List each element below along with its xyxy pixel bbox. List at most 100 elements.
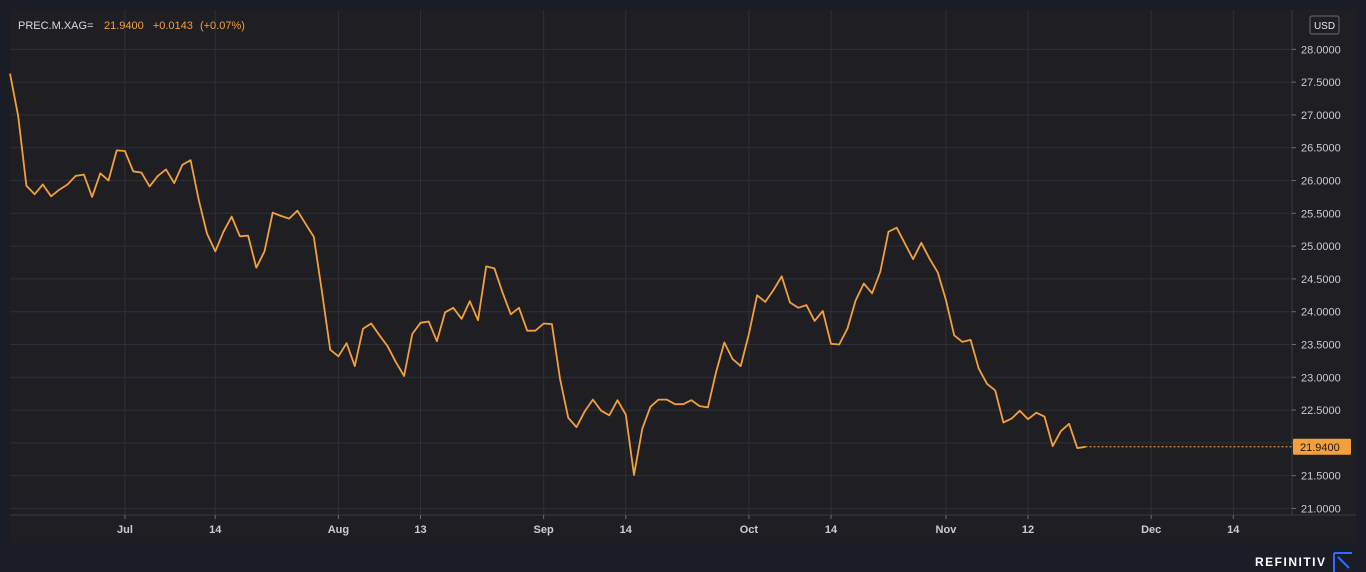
- data-point: [576, 426, 578, 428]
- data-point: [896, 227, 898, 229]
- data-point: [157, 175, 159, 177]
- data-point: [789, 302, 791, 304]
- x-tick-label: Oct: [740, 524, 759, 536]
- y-tick-label: 27.0000: [1301, 110, 1341, 122]
- data-point: [321, 291, 323, 293]
- y-tick-label: 27.5000: [1301, 77, 1341, 89]
- data-point: [42, 184, 44, 186]
- price-chart[interactable]: 21.000021.500022.000022.500023.000023.50…: [0, 0, 1366, 572]
- currency-button[interactable]: USD: [1309, 15, 1340, 35]
- data-point: [26, 185, 28, 187]
- data-point: [1077, 447, 1079, 449]
- data-point: [428, 321, 430, 323]
- data-point: [707, 407, 709, 409]
- data-point: [1052, 445, 1054, 447]
- x-tick-label: 14: [620, 524, 633, 536]
- data-point: [182, 164, 184, 166]
- data-point: [149, 186, 151, 188]
- data-point: [1068, 423, 1070, 425]
- plot-area[interactable]: [10, 10, 1356, 543]
- data-point: [609, 415, 611, 417]
- data-point: [132, 171, 134, 173]
- currency-label: USD: [1314, 21, 1335, 32]
- data-point: [67, 184, 69, 186]
- data-point: [748, 333, 750, 335]
- data-point: [510, 314, 512, 316]
- data-point: [625, 414, 627, 416]
- data-point: [469, 300, 471, 302]
- x-tick-label: Jul: [117, 524, 133, 536]
- data-point: [953, 334, 955, 336]
- data-point: [420, 322, 422, 324]
- data-point: [600, 410, 602, 412]
- data-point: [1060, 430, 1062, 432]
- data-point: [1003, 422, 1005, 424]
- data-point: [822, 310, 824, 312]
- data-point: [17, 115, 19, 117]
- data-point: [699, 405, 701, 407]
- data-point: [551, 323, 553, 325]
- legend-symbol: PREC.M.XAG=: [18, 20, 94, 32]
- data-point: [100, 173, 102, 175]
- data-point: [526, 330, 528, 332]
- y-tick-label: 23.5000: [1301, 339, 1341, 351]
- legend-change: +0.0143: [153, 20, 193, 32]
- data-point: [879, 271, 881, 273]
- data-point: [370, 323, 372, 325]
- y-tick-label: 25.0000: [1301, 241, 1341, 253]
- data-point: [338, 355, 340, 357]
- data-point: [543, 323, 545, 325]
- data-point: [444, 312, 446, 314]
- data-point: [485, 266, 487, 268]
- x-tick-label: 13: [414, 524, 426, 536]
- data-point: [617, 399, 619, 401]
- data-point: [239, 235, 241, 237]
- data-point: [945, 299, 947, 301]
- y-tick-label: 25.5000: [1301, 208, 1341, 220]
- data-point: [247, 235, 249, 237]
- data-point: [75, 175, 77, 177]
- data-point: [141, 172, 143, 174]
- legend-values: 21.9400 +0.0143 (+0.07%): [104, 20, 245, 32]
- legend-last-value: 21.9400: [104, 20, 144, 32]
- data-point: [797, 307, 799, 309]
- data-point: [494, 268, 496, 270]
- data-point: [173, 182, 175, 184]
- legend-change-pct: (+0.07%): [200, 20, 245, 32]
- data-point: [723, 342, 725, 344]
- data-point: [732, 358, 734, 360]
- x-tick-label: 12: [1022, 524, 1034, 536]
- data-point: [740, 365, 742, 367]
- y-tick-label: 26.5000: [1301, 143, 1341, 155]
- data-point: [888, 231, 890, 233]
- data-point: [214, 251, 216, 253]
- data-point: [921, 242, 923, 244]
- data-point: [978, 368, 980, 370]
- data-point: [756, 294, 758, 296]
- data-point: [781, 275, 783, 277]
- data-point: [912, 258, 914, 260]
- data-point: [715, 371, 717, 373]
- data-point: [223, 231, 225, 233]
- data-point: [994, 390, 996, 392]
- data-point: [518, 307, 520, 309]
- data-point: [461, 318, 463, 320]
- data-point: [346, 342, 348, 344]
- data-point: [116, 150, 118, 152]
- data-point: [658, 399, 660, 401]
- brand-logo: REFINITIV: [1255, 552, 1352, 572]
- data-point: [58, 189, 60, 191]
- data-point: [814, 320, 816, 322]
- y-tick-label: 21.0000: [1301, 503, 1341, 515]
- x-tick-label: 14: [825, 524, 838, 536]
- data-point: [1035, 412, 1037, 414]
- data-point: [411, 333, 413, 335]
- data-point: [855, 300, 857, 302]
- data-point: [206, 233, 208, 235]
- data-point: [830, 343, 832, 345]
- data-point: [272, 212, 274, 214]
- y-tick-label: 21.5000: [1301, 471, 1341, 483]
- data-point: [108, 180, 110, 182]
- x-tick-label: 14: [209, 524, 222, 536]
- data-point: [403, 375, 405, 377]
